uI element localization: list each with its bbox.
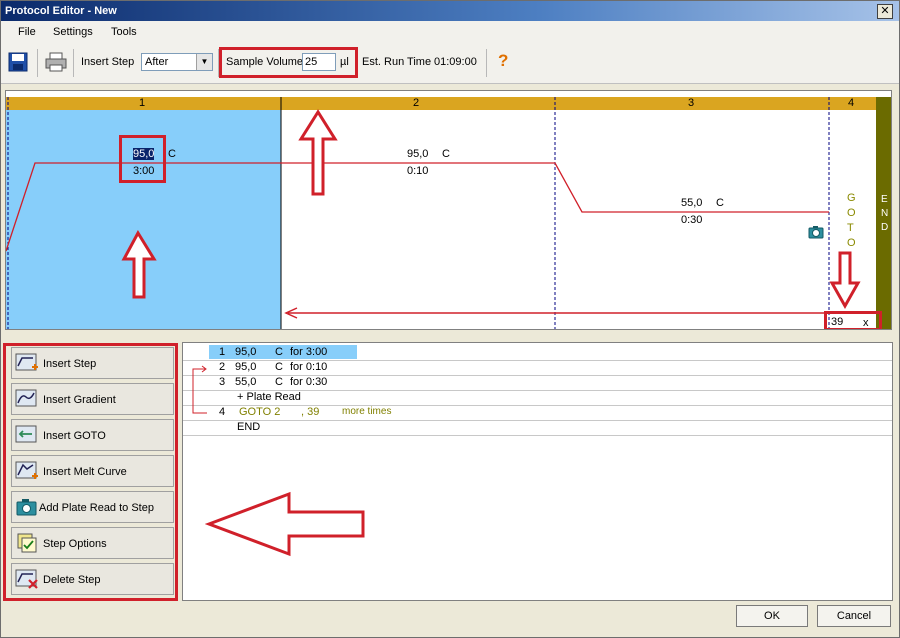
end-letter-e: E	[881, 194, 888, 205]
menu-file[interactable]: File	[18, 26, 36, 38]
est-run-time-value: 01:09:00	[434, 56, 477, 68]
step-list-num: 2	[219, 361, 226, 373]
window-title: Protocol Editor - New	[5, 5, 117, 17]
step-1-unit: C	[168, 148, 176, 160]
goto-loop-arrow-icon	[192, 365, 207, 414]
goto-letter-o2: O	[847, 237, 856, 249]
table-row[interactable]: 1 95,0 C for 3:00	[183, 345, 892, 361]
menu-tools[interactable]: Tools	[111, 26, 137, 38]
step-2-unit: C	[442, 148, 450, 160]
row-selection	[209, 345, 357, 359]
title-bar: Protocol Editor - New ✕	[1, 1, 899, 21]
step-list-unit: C	[275, 346, 283, 358]
step-list-num: 4	[219, 406, 226, 418]
insert-position-select[interactable]: After ▼	[141, 53, 213, 71]
save-icon[interactable]	[8, 52, 28, 72]
menu-bar: File Settings Tools	[1, 21, 899, 43]
temperature-profile	[6, 97, 861, 329]
step-action-panel: Insert Step Insert Gradient Insert GOTO …	[3, 341, 178, 601]
step-list-duration: for 3:00	[290, 346, 328, 358]
protocol-editor-window: Protocol Editor - New ✕ File Settings To…	[0, 0, 900, 638]
cancel-button[interactable]: Cancel	[817, 605, 891, 627]
goto-letter-t: T	[847, 222, 854, 234]
step-list-duration: for 0:30	[290, 376, 328, 388]
highlight-action-panel	[3, 343, 178, 601]
highlight-step-1-values	[119, 135, 166, 183]
step-list-more-times: more times	[342, 406, 392, 417]
goto-letter-o1: O	[847, 207, 856, 219]
highlight-sample-volume	[219, 47, 358, 78]
table-row[interactable]: 2 95,0 C for 0:10	[183, 360, 892, 376]
annotation-arrow-left	[205, 491, 365, 557]
step-list-unit: C	[275, 376, 283, 388]
print-icon[interactable]	[45, 52, 67, 72]
table-row[interactable]: 4 GOTO 2 , 39 more times	[183, 405, 892, 421]
step-2-temp[interactable]: 95,0	[407, 148, 428, 160]
insert-step-label: Insert Step	[81, 56, 135, 68]
step-3-unit: C	[716, 197, 724, 209]
step-list-goto-count: , 39	[301, 406, 320, 418]
step-list-temp: 95,0	[235, 361, 257, 373]
highlight-repeat-count	[824, 311, 882, 329]
step-list: 1 95,0 C for 3:00 2 95,0 C for 0:10 3 55…	[182, 342, 893, 601]
help-icon[interactable]: ?	[498, 51, 508, 71]
step-list-goto: GOTO 2	[239, 406, 281, 418]
menu-settings[interactable]: Settings	[53, 26, 93, 38]
step-3-time[interactable]: 0:30	[681, 214, 702, 226]
chevron-down-icon[interactable]: ▼	[196, 54, 212, 70]
step-3-temp[interactable]: 55,0	[681, 197, 702, 209]
est-run-time-label: Est. Run Time	[362, 56, 432, 68]
step-list-unit: C	[275, 361, 283, 373]
step-list-temp: 55,0	[235, 376, 257, 388]
camera-icon	[808, 226, 824, 239]
step-2-time[interactable]: 0:10	[407, 165, 428, 177]
step-list-temp: 95,0	[235, 346, 257, 358]
step-list-duration: for 0:10	[290, 361, 328, 373]
close-button[interactable]: ✕	[877, 4, 893, 19]
step-list-end: END	[237, 421, 261, 433]
step-list-num: 3	[219, 376, 226, 388]
toolbar: Insert Step After ▼ Sample Volume µl Est…	[1, 43, 899, 84]
end-letter-d: D	[881, 222, 889, 233]
insert-position-value: After	[145, 56, 169, 68]
step-list-num: 1	[219, 346, 226, 358]
end-bar: E N D	[876, 97, 891, 329]
table-row[interactable]: 3 55,0 C for 0:30	[183, 375, 892, 391]
table-row[interactable]: + Plate Read	[183, 390, 892, 406]
step-list-plate-read: + Plate Read	[237, 391, 301, 403]
ok-button[interactable]: OK	[736, 605, 808, 627]
goto-letter-g: G	[847, 192, 856, 204]
protocol-graph: 1 2 3 4 95,0 C 3:00 95,0 C 0:10 55,0 C 0…	[5, 90, 892, 330]
end-letter-n: N	[881, 208, 889, 219]
table-row[interactable]: END	[183, 420, 892, 436]
